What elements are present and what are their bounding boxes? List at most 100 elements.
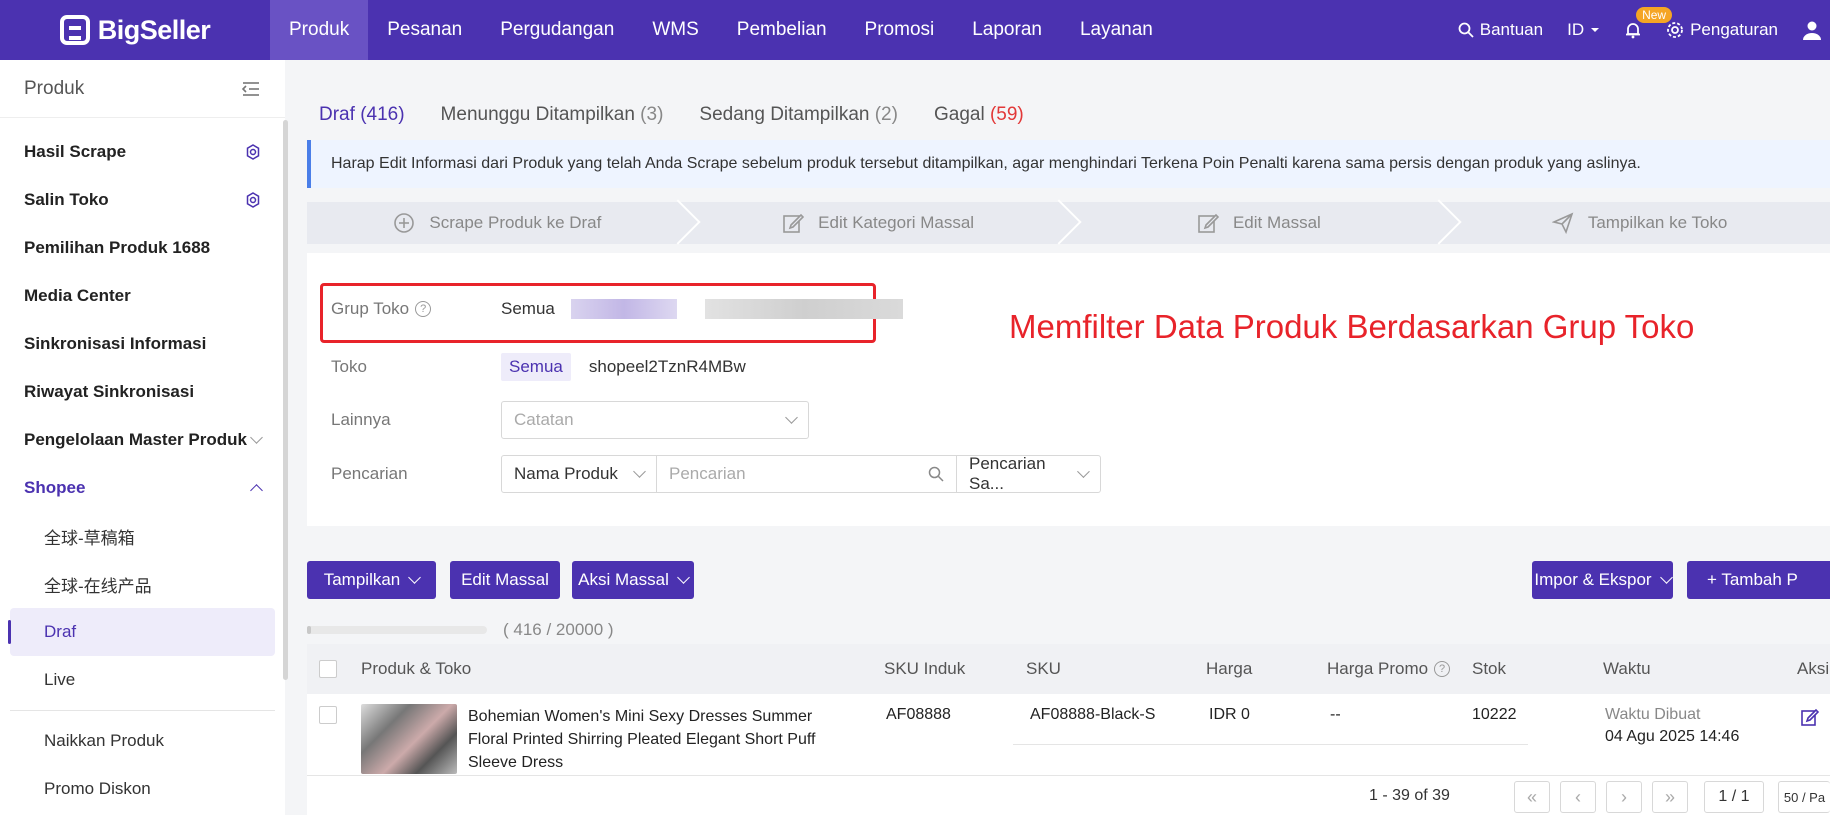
nav-item-pergudangan[interactable]: Pergudangan — [481, 0, 633, 60]
bulk-edit-button[interactable]: Edit Massal — [450, 561, 560, 599]
group-option-all[interactable]: Semua — [501, 299, 555, 319]
price-value: IDR 0 — [1209, 706, 1250, 723]
annotation-text: Memfilter Data Produk Berdasarkan Grup T… — [1009, 308, 1695, 345]
settings-gear-icon[interactable] — [245, 192, 261, 208]
sidebar-item-pengelolaan-master-produk[interactable]: Pengelolaan Master Produk — [0, 416, 285, 464]
last-page-button[interactable]: » — [1652, 781, 1688, 813]
bulk-action-button[interactable]: Aksi Massal — [572, 561, 694, 599]
brand-logo[interactable]: BigSeller — [0, 0, 270, 60]
edit-icon[interactable] — [1801, 708, 1819, 726]
filter-row-search: Pencarian Nama Produk Pencarian Pencaria… — [331, 454, 1101, 493]
search-input[interactable]: Pencarian — [657, 456, 957, 492]
import-export-button[interactable]: Impor & Ekspor — [1532, 561, 1673, 599]
filter-label-group: Grup Toko ? — [331, 299, 501, 319]
sidebar-item-media-center[interactable]: Media Center — [0, 272, 285, 320]
sidebar-sub-naikkan-produk[interactable]: Naikkan Produk — [0, 717, 285, 765]
sidebar-item-label: Riwayat Sinkronisasi — [24, 382, 195, 401]
sidebar-item-shopee[interactable]: Shopee — [0, 464, 285, 512]
step-scrape[interactable]: Scrape Produk ke Draf — [307, 202, 688, 244]
user-icon[interactable] — [1802, 20, 1822, 40]
sidebar-item-pemilihan-produk-1688[interactable]: Pemilihan Produk 1688 — [0, 224, 285, 272]
step-label: Tampilkan ke Toko — [1587, 213, 1728, 232]
language-select[interactable]: ID — [1567, 20, 1600, 40]
settings-gear-icon[interactable] — [245, 144, 261, 160]
tab-gagal[interactable]: Gagal (59) — [934, 104, 1024, 144]
settings-button[interactable]: Pengaturan — [1666, 20, 1778, 40]
product-thumbnail[interactable] — [361, 704, 457, 774]
sidebar-item-sinkronisasi-informasi[interactable]: Sinkronisasi Informasi — [0, 320, 285, 368]
group-option-blurred[interactable] — [570, 299, 677, 319]
sidebar-sub-draf[interactable]: Draf — [8, 608, 275, 656]
sidebar-scrollbar[interactable] — [283, 120, 288, 680]
search-field-value: Nama Produk — [514, 464, 618, 483]
nav-item-pembelian[interactable]: Pembelian — [718, 0, 846, 60]
stock-value: 10222 — [1472, 706, 1517, 723]
nav-item-promosi[interactable]: Promosi — [846, 0, 954, 60]
search-icon[interactable] — [928, 466, 944, 482]
workflow-steps: Scrape Produk ke Draf Edit Kategori Mass… — [307, 202, 1830, 244]
filter-panel: Grup Toko ? Semua Toko Semua shopeel2Tzn… — [307, 253, 1830, 526]
nav-item-layanan[interactable]: Layanan — [1061, 0, 1172, 60]
row-checkbox[interactable] — [319, 706, 337, 724]
button-label: + Tambah P — [1707, 570, 1798, 589]
product-title[interactable]: Bohemian Women's Mini Sexy Dresses Summe… — [468, 705, 853, 774]
language-label: ID — [1567, 20, 1585, 39]
gear-icon — [1667, 22, 1683, 38]
tab-label: Menunggu Ditampilkan — [440, 104, 635, 125]
prev-page-button[interactable]: ‹ — [1560, 781, 1596, 813]
step-edit-kategori[interactable]: Edit Kategori Massal — [688, 202, 1069, 244]
nav-item-produk[interactable]: Produk — [270, 0, 369, 60]
nav-item-laporan[interactable]: Laporan — [953, 0, 1061, 60]
sidebar-item-riwayat-sinkronisasi[interactable]: Riwayat Sinkronisasi — [0, 368, 285, 416]
tab-count: (59) — [989, 104, 1024, 125]
time-label: Waktu Dibuat — [1605, 706, 1701, 723]
label-text: Grup Toko — [331, 299, 410, 318]
next-page-button[interactable]: › — [1606, 781, 1642, 813]
page-size-select[interactable]: 50 / Pa — [1778, 781, 1830, 813]
sidebar-item-label: Hasil Scrape — [24, 142, 127, 161]
tab-count: (3) — [640, 104, 664, 125]
display-button[interactable]: Tampilkan — [307, 561, 436, 599]
promo-price-value: -- — [1330, 706, 1341, 723]
group-option-blurred[interactable] — [704, 299, 903, 319]
sidebar-sub-global-online[interactable]: 全球-在线产品 — [0, 560, 285, 608]
help-button[interactable]: Bantuan — [1458, 20, 1543, 40]
tab-sedang-ditampilkan[interactable]: Sedang Ditampilkan (2) — [699, 104, 898, 144]
send-icon — [1551, 212, 1574, 234]
plus-circle-icon — [394, 213, 415, 233]
page-input[interactable]: 1 / 1 — [1704, 781, 1764, 813]
filter-label-search: Pencarian — [331, 464, 408, 483]
sidebar-sub-promo-diskon[interactable]: Promo Diskon — [0, 765, 285, 813]
tab-menunggu-ditampilkan[interactable]: Menunggu Ditampilkan (3) — [441, 104, 664, 144]
nav-item-pesanan[interactable]: Pesanan — [368, 0, 481, 60]
sidebar-item-label: Pengelolaan Master Produk — [24, 430, 247, 449]
header-price: Harga — [1206, 659, 1253, 678]
select-all-checkbox[interactable] — [319, 644, 337, 694]
notification-button[interactable]: New — [1624, 7, 1673, 39]
help-question-icon[interactable]: ? — [415, 301, 432, 317]
store-option-all[interactable]: Semua — [501, 353, 571, 381]
button-label: Aksi Massal — [578, 570, 669, 589]
parent-sku-value: AF08888 — [886, 706, 951, 723]
note-select[interactable]: Catatan — [501, 401, 809, 439]
step-edit-massal[interactable]: Edit Massal — [1069, 202, 1450, 244]
store-option[interactable]: shopeel2TznR4MBw — [589, 357, 746, 377]
first-page-button[interactable]: « — [1514, 781, 1550, 813]
step-tampilkan[interactable]: Tampilkan ke Toko — [1449, 202, 1830, 244]
new-badge: New — [1636, 7, 1673, 23]
main-content: Draf (416) Menunggu Ditampilkan (3) Seda… — [307, 60, 1830, 815]
sidebar-item-label: Pemilihan Produk 1688 — [24, 238, 211, 257]
sidebar-sub-live[interactable]: Live — [0, 656, 285, 704]
sidebar-item-hasil-scrape[interactable]: Hasil Scrape — [0, 128, 285, 176]
sidebar-item-salin-toko[interactable]: Salin Toko — [0, 176, 285, 224]
quota-progress: ( 416 / 20000 ) — [307, 620, 614, 640]
search-field-select[interactable]: Nama Produk — [502, 456, 657, 492]
collapse-menu-icon[interactable] — [241, 81, 261, 97]
help-question-icon[interactable]: ? — [1434, 661, 1451, 677]
sidebar-title: Produk — [24, 77, 85, 99]
search-mode-select[interactable]: Pencarian Sa... — [957, 454, 1100, 493]
add-product-button[interactable]: + Tambah P — [1687, 561, 1830, 599]
nav-item-wms[interactable]: WMS — [633, 0, 717, 60]
sidebar-sub-global-draft[interactable]: 全球-草稿箱 — [0, 512, 285, 560]
tab-draf[interactable]: Draf (416) — [319, 104, 405, 144]
